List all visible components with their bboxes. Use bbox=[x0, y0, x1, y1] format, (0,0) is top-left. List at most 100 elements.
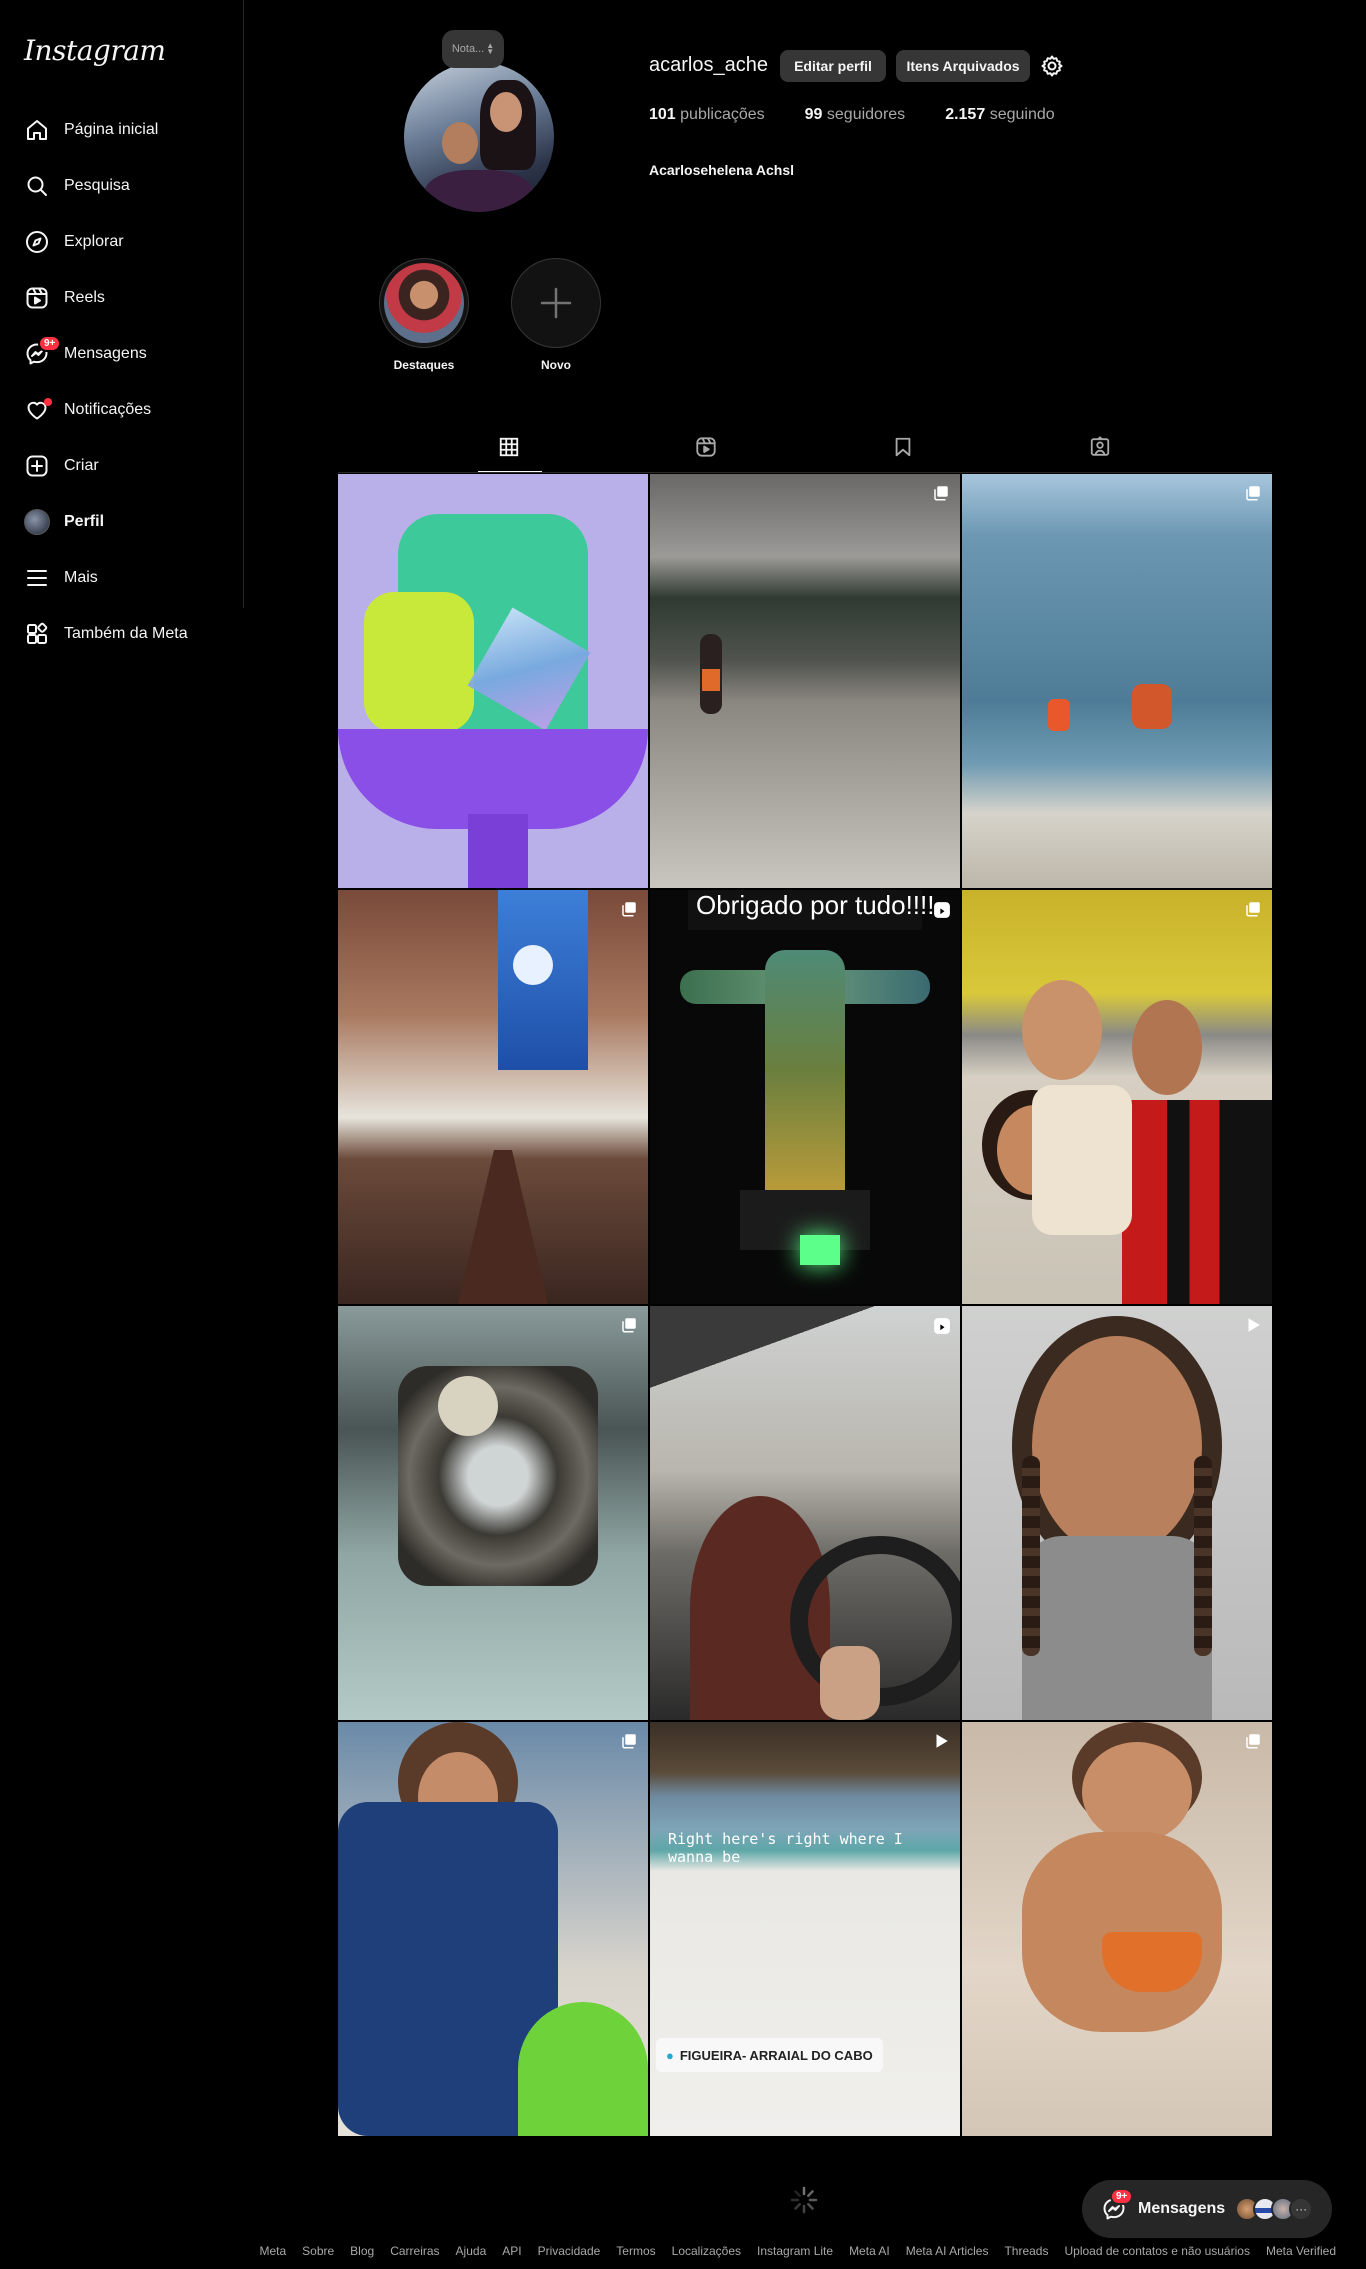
post-tile[interactable] bbox=[962, 1722, 1272, 2136]
message-avatars: ··· bbox=[1235, 2197, 1314, 2221]
tab-saved[interactable] bbox=[892, 436, 916, 460]
notification-dot bbox=[44, 398, 52, 406]
loading-spinner-icon bbox=[788, 2184, 820, 2216]
post-tile[interactable] bbox=[650, 1306, 960, 1720]
post-tile[interactable] bbox=[650, 474, 960, 888]
post-overlay-text: Right here's right where I wanna be bbox=[668, 1830, 903, 1866]
edit-profile-button[interactable]: Editar perfil bbox=[780, 50, 886, 82]
footer-link[interactable]: Meta AI bbox=[849, 2244, 890, 2258]
carousel-icon bbox=[620, 1316, 638, 1334]
sidebar-item-search[interactable]: Pesquisa bbox=[0, 158, 243, 214]
profile-stats: 101 publicações 99 seguidores 2.157 segu… bbox=[649, 106, 1095, 124]
footer-link[interactable]: Threads bbox=[1004, 2244, 1048, 2258]
profile-picture[interactable] bbox=[404, 62, 554, 212]
post-overlay-text: Obrigado por tudo!!!! bbox=[696, 890, 935, 920]
plus-square-icon bbox=[24, 453, 50, 479]
post-tile[interactable] bbox=[338, 1306, 648, 1720]
carousel-icon bbox=[1244, 900, 1262, 918]
tab-reels[interactable] bbox=[695, 436, 719, 460]
footer-link[interactable]: Termos bbox=[616, 2244, 655, 2258]
archive-button[interactable]: Itens Arquivados bbox=[896, 50, 1030, 82]
post-tile[interactable] bbox=[962, 1306, 1272, 1720]
tab-tagged[interactable] bbox=[1089, 436, 1113, 460]
reels-icon bbox=[24, 285, 50, 311]
footer-link[interactable]: Sobre bbox=[302, 2244, 334, 2258]
footer-link[interactable]: Instagram Lite bbox=[757, 2244, 833, 2258]
highlight-label: Novo bbox=[541, 358, 571, 372]
hamburger-icon bbox=[24, 565, 50, 591]
sidebar-item-label: Criar bbox=[64, 457, 99, 474]
posts-count: 101 publicações bbox=[649, 106, 765, 123]
active-tab-indicator bbox=[478, 471, 542, 472]
carousel-icon bbox=[1244, 1732, 1262, 1750]
footer-link[interactable]: Privacidade bbox=[538, 2244, 601, 2258]
sidebar-item-explore[interactable]: Explorar bbox=[0, 214, 243, 270]
instagram-logo[interactable]: Instagram bbox=[24, 34, 166, 67]
messages-pill-badge: 9+ bbox=[1110, 2188, 1134, 2205]
play-icon bbox=[932, 1732, 950, 1750]
footer-link[interactable]: Blog bbox=[350, 2244, 374, 2258]
bookmark-icon bbox=[895, 437, 911, 457]
messenger-icon: 9+ bbox=[24, 335, 62, 367]
footer-link[interactable]: Upload de contatos e não usuários bbox=[1064, 2244, 1249, 2258]
footer-link[interactable]: Ajuda bbox=[456, 2244, 487, 2258]
tab-posts[interactable] bbox=[498, 436, 522, 460]
post-tile[interactable] bbox=[338, 890, 648, 1304]
post-tile[interactable]: Obrigado por tudo!!!! bbox=[650, 890, 960, 1304]
carousel-icon bbox=[620, 1732, 638, 1750]
note-bubble[interactable]: Nota... ▲ ▼ bbox=[442, 30, 504, 68]
location-pin-icon: ● bbox=[666, 2047, 674, 2063]
messages-badge: 9+ bbox=[38, 335, 62, 352]
sidebar-item-notifications[interactable]: Notificações bbox=[0, 382, 243, 438]
heart-icon bbox=[24, 397, 52, 423]
note-arrows-icon: ▲ ▼ bbox=[486, 41, 495, 56]
messages-pill-label: Mensagens bbox=[1138, 2200, 1226, 2217]
note-placeholder: Nota... bbox=[451, 43, 485, 55]
footer-link[interactable]: Meta AI Articles bbox=[906, 2244, 989, 2258]
play-icon bbox=[1244, 1316, 1262, 1334]
reel-icon bbox=[932, 900, 950, 918]
new-highlight-button[interactable]: Novo bbox=[511, 258, 601, 372]
tabs-divider bbox=[338, 472, 1272, 473]
gear-icon[interactable] bbox=[1040, 54, 1064, 78]
sidebar-item-label: Mensagens bbox=[64, 345, 147, 362]
plus-icon bbox=[511, 258, 601, 348]
sidebar-item-label: Explorar bbox=[64, 233, 124, 250]
footer-link[interactable]: Carreiras bbox=[390, 2244, 439, 2258]
following-count[interactable]: 2.157 seguindo bbox=[945, 106, 1054, 124]
post-tile[interactable] bbox=[962, 890, 1272, 1304]
sidebar-item-profile[interactable]: Perfil bbox=[0, 494, 243, 550]
footer-link[interactable]: Localizações bbox=[672, 2244, 741, 2258]
footer-links: Meta Sobre Blog Carreiras Ajuda API Priv… bbox=[0, 2244, 1366, 2258]
post-tile[interactable]: Right here's right where I wanna be ● FIG… bbox=[650, 1722, 960, 2136]
sidebar-item-label: Mais bbox=[64, 569, 98, 586]
post-tile[interactable] bbox=[962, 474, 1272, 888]
sidebar-item-label: Perfil bbox=[64, 513, 105, 530]
sidebar-item-label: Página inicial bbox=[64, 121, 159, 138]
sidebar-item-messages[interactable]: 9+ Mensagens bbox=[0, 326, 243, 382]
home-icon bbox=[24, 117, 50, 143]
messages-pill-button[interactable]: 9+ Mensagens ··· bbox=[1082, 2180, 1332, 2238]
grid-icon bbox=[499, 437, 519, 457]
sidebar-item-home[interactable]: Página inicial bbox=[0, 102, 243, 158]
reels-icon bbox=[696, 437, 716, 457]
sidebar: Instagram Página inicial Pesquisa Explor… bbox=[0, 0, 244, 644]
post-tile[interactable] bbox=[338, 1722, 648, 2136]
footer-link[interactable]: API bbox=[502, 2244, 521, 2258]
sidebar-item-also-from-meta[interactable]: Também da Meta bbox=[0, 606, 243, 662]
post-tile[interactable] bbox=[338, 474, 648, 888]
highlight-label: Destaques bbox=[393, 358, 455, 372]
sidebar-item-create[interactable]: Criar bbox=[0, 438, 243, 494]
followers-count[interactable]: 99 seguidores bbox=[805, 106, 906, 124]
highlight-item[interactable]: Destaques bbox=[379, 258, 469, 372]
more-icon: ··· bbox=[1289, 2197, 1314, 2221]
search-icon bbox=[24, 173, 50, 199]
carousel-icon bbox=[620, 900, 638, 918]
sidebar-item-reels[interactable]: Reels bbox=[0, 270, 243, 326]
sidebar-item-label: Também da Meta bbox=[64, 625, 188, 642]
footer-link[interactable]: Meta Verified bbox=[1266, 2244, 1336, 2258]
sidebar-item-label: Notificações bbox=[64, 401, 152, 418]
posts-grid: Obrigado por tudo!!!! Right here's right… bbox=[338, 474, 1272, 2136]
sidebar-item-more[interactable]: Mais bbox=[0, 550, 243, 606]
footer-link[interactable]: Meta bbox=[259, 2244, 286, 2258]
